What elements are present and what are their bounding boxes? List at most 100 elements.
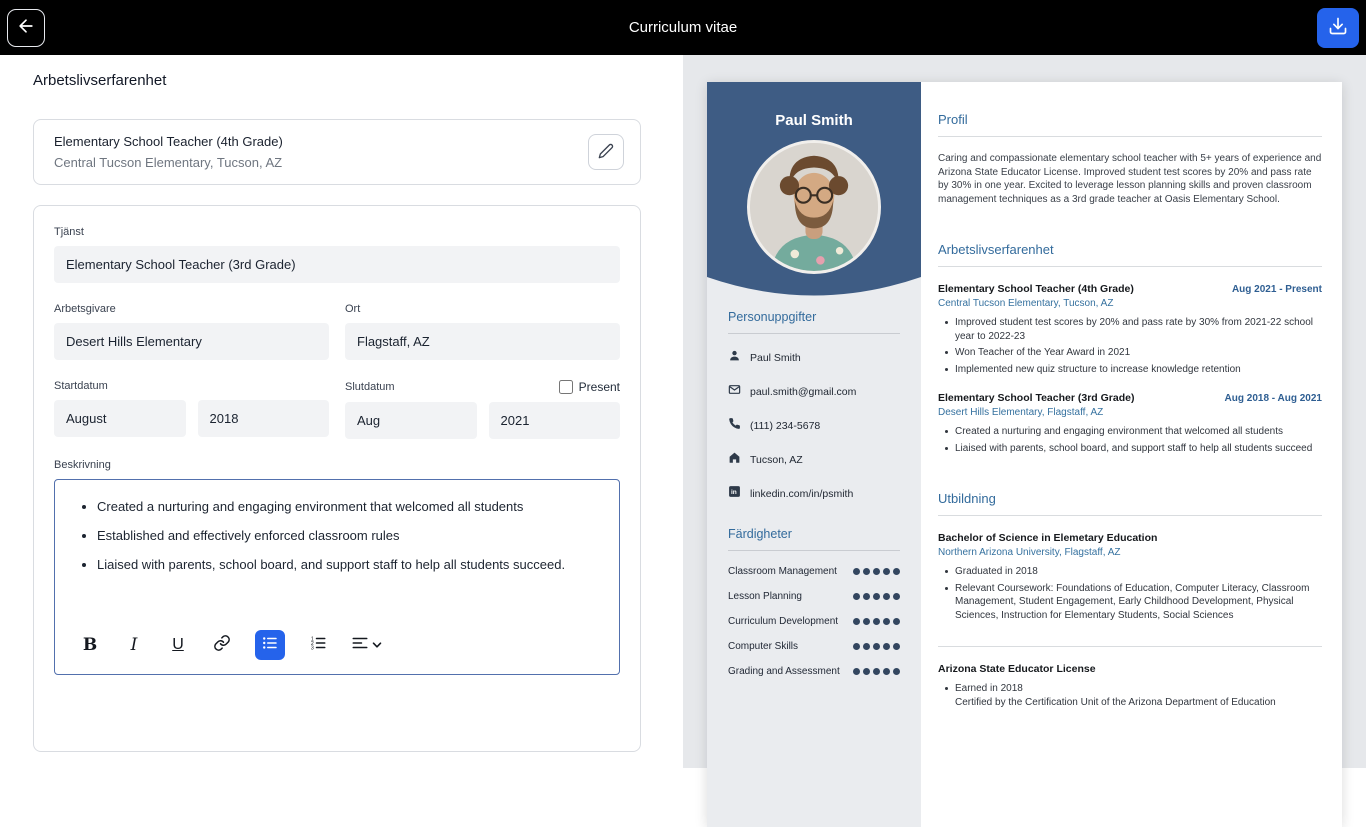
download-icon [1328,16,1348,39]
enddate-field: Slutdatum Present [345,380,620,439]
cv-sidebar: Paul Smith Personuppgifter Paul Smith pa… [707,82,921,827]
underline-button[interactable]: U [167,633,189,657]
arbetsgivare-input[interactable] [54,323,329,360]
sidebar-content: Personuppgifter Paul Smith paul.smith@gm… [728,310,900,691]
bullet-list-button[interactable] [255,630,285,660]
arbetsgivare-label: Arbetsgivare [54,303,116,315]
skill-item: Grading and Assessment [728,666,900,677]
experience-form-card: Tjänst Arbetsgivare Ort Startdatum [33,205,641,752]
degree-title: Bachelor of Science in Elemetary Educati… [938,532,1158,544]
personal-details-heading: Personuppgifter [728,310,900,334]
education-entry: Arizona State Educator License Earned in… [938,663,1322,709]
align-button[interactable] [351,633,382,657]
numbered-list-button[interactable]: 123 [307,633,329,657]
skill-name: Grading and Assessment [728,666,840,677]
startdate-field: Startdatum [54,380,329,439]
download-button[interactable] [1317,7,1359,48]
entry-card-text: Elementary School Teacher (4th Grade) Ce… [54,134,283,170]
divider [938,646,1322,647]
tjanst-input[interactable] [54,246,620,283]
education-heading: Utbildning [938,491,996,506]
chevron-down-icon [372,636,382,654]
mail-icon [728,383,741,401]
ort-label: Ort [345,303,361,315]
start-month-input[interactable] [54,400,186,437]
linkedin-icon: in [728,485,741,503]
arrow-left-icon [16,16,36,39]
skill-item: Computer Skills [728,641,900,652]
skill-name: Lesson Planning [728,591,802,602]
skill-name: Computer Skills [728,641,799,652]
skills-block: Färdigheter Classroom Management Lesson … [728,527,900,677]
edit-entry-button[interactable] [588,134,624,170]
job-dates: Aug 2021 - Present [1231,284,1322,295]
editor-section-title: Arbetslivserfarenhet [33,72,167,89]
entry-card-title: Elementary School Teacher (4th Grade) [54,134,283,149]
contact-item: in linkedin.com/in/psmith [728,485,900,503]
education-section: Utbildning Bachelor of Science in Elemet… [938,491,1322,709]
skill-level-dots [853,618,900,625]
home-icon [728,451,741,469]
rte-toolbar: B I U 123 [55,622,619,674]
education-bullet: Graduated in 2018 [945,565,1322,579]
experience-entry: Elementary School Teacher (3rd Grade) Au… [938,392,1322,455]
startdatum-label: Startdatum [54,380,108,392]
start-year-input[interactable] [197,400,329,437]
employer-field: Arbetsgivare [54,303,329,360]
description-bullet-list: Created a nurturing and engaging environ… [71,496,603,576]
phone-icon [728,417,741,435]
job-title: Elementary School Teacher (3rd Grade) [938,392,1135,404]
beskrivning-label: Beskrivning [54,459,111,471]
job-company: Central Tucson Elementary, Tucson, AZ [938,298,1114,309]
bullet-list-icon [261,634,279,657]
experience-section: Arbetslivserfarenhet Elementary School T… [938,242,1322,455]
skill-level-dots [853,643,900,650]
end-month-input[interactable] [345,402,477,439]
present-toggle[interactable]: Present [558,380,620,394]
contact-item: paul.smith@gmail.com [728,383,900,401]
back-button[interactable] [7,8,45,47]
profile-heading: Profil [938,112,968,127]
link-icon [213,634,231,657]
description-textbox[interactable]: Created a nurturing and engaging environ… [55,480,619,583]
present-label: Present [578,380,620,394]
job-bullet: Improved student test scores by 20% and … [945,316,1322,343]
job-bullets: Improved student test scores by 20% and … [938,316,1322,376]
job-bullet: Won Teacher of the Year Award in 2021 [945,346,1322,360]
end-year-input[interactable] [488,402,620,439]
job-bullets: Created a nurturing and engaging environ… [938,425,1322,455]
contact-item: Tucson, AZ [728,451,900,469]
education-bullet: Relevant Coursework: Foundations of Educ… [945,582,1322,623]
education-bullets: Graduated in 2018 Relevant Coursework: F… [938,565,1322,622]
bold-button[interactable]: B [79,633,101,657]
divider [938,136,1322,137]
employer-location-row: Arbetsgivare Ort [54,303,620,360]
link-button[interactable] [211,633,233,657]
align-left-icon [351,634,369,657]
contact-item: (111) 234-5678 [728,417,900,435]
skills-heading: Färdigheter [728,527,900,551]
education-entry: Bachelor of Science in Elemetary Educati… [938,532,1322,622]
education-bullet: Earned in 2018 Certified by the Certific… [945,682,1322,709]
experience-entry-card[interactable]: Elementary School Teacher (4th Grade) Ce… [33,119,641,185]
location-field: Ort [345,303,620,360]
ort-input[interactable] [345,323,620,360]
skill-level-dots [853,568,900,575]
divider [938,515,1322,516]
job-bullet: Created a nurturing and engaging environ… [945,425,1322,439]
contact-text: Paul Smith [750,352,801,364]
school-name: Northern Arizona University, Flagstaff, … [938,547,1121,558]
tjanst-label: Tjänst [54,226,84,238]
description-bullet: Created a nurturing and engaging environ… [97,496,603,518]
skill-item: Classroom Management [728,566,900,577]
svg-text:in: in [731,489,737,496]
license-title: Arizona State Educator License [938,663,1096,675]
skill-level-dots [853,668,900,675]
content: Arbetslivserfarenhet Elementary School T… [0,55,1366,827]
skill-name: Curriculum Development [728,616,839,627]
present-checkbox[interactable] [558,380,573,394]
italic-button[interactable]: I [123,633,145,657]
skill-item: Lesson Planning [728,591,900,602]
contact-text: Tucson, AZ [750,454,803,466]
contact-text: paul.smith@gmail.com [750,386,857,398]
